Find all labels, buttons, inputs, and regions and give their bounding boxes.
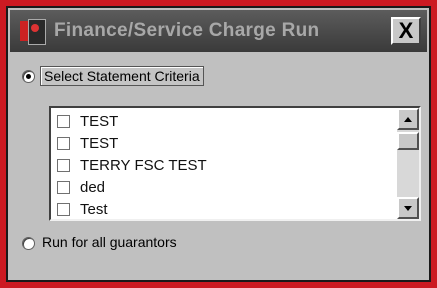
title-bar[interactable]: Finance/Service Charge Run X — [10, 10, 427, 52]
close-button[interactable]: X — [391, 17, 421, 45]
item-checkbox[interactable] — [57, 114, 70, 128]
item-checkbox[interactable] — [57, 202, 70, 216]
all-guarantors-label[interactable]: Run for all guarantors — [42, 234, 177, 250]
list-item[interactable]: TEST — [57, 132, 118, 154]
item-checkbox[interactable] — [57, 136, 70, 150]
scroll-down-button[interactable] — [397, 197, 419, 219]
list-item[interactable]: TEST — [57, 110, 118, 132]
window-title: Finance/Service Charge Run — [54, 20, 320, 41]
item-label: ded — [80, 178, 106, 196]
scroll-thumb[interactable] — [397, 132, 419, 150]
dialog-window: Finance/Service Charge Run X Select Stat… — [6, 6, 431, 282]
item-checkbox[interactable] — [57, 158, 70, 172]
arrow-up-icon — [404, 116, 412, 122]
all-guarantors-radio[interactable] — [22, 237, 35, 250]
list-item[interactable]: TERRY FSC TEST — [57, 154, 207, 176]
select-criteria-radio[interactable] — [22, 70, 35, 83]
app-icon — [18, 17, 46, 45]
list-item[interactable]: ded — [57, 176, 105, 198]
vertical-scrollbar[interactable] — [397, 108, 419, 219]
close-icon: X — [398, 18, 414, 43]
scroll-up-button[interactable] — [397, 108, 419, 130]
arrow-down-icon — [404, 205, 412, 211]
item-label: Test — [80, 200, 108, 218]
criteria-listbox[interactable]: TEST TEST TERRY FSC TEST ded Test — [49, 106, 421, 221]
list-item[interactable]: Test — [57, 198, 108, 220]
item-label: TERRY FSC TEST — [80, 156, 207, 174]
select-criteria-label[interactable]: Select Statement Criteria — [40, 66, 204, 86]
item-label: TEST — [80, 112, 119, 130]
item-checkbox[interactable] — [57, 180, 70, 194]
item-label: TEST — [80, 134, 119, 152]
